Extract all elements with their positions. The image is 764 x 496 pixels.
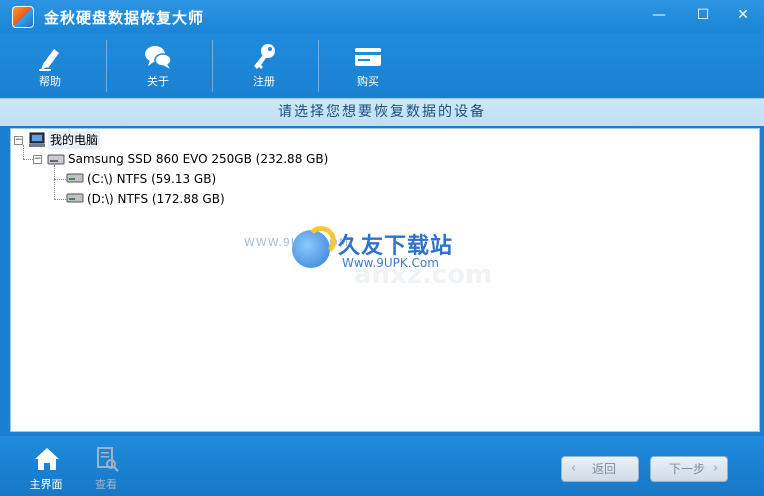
watermark: anxz.com WWW.9UPK.COM 久友下载站 Www.9UPK.Com bbox=[244, 222, 510, 292]
maximize-button[interactable]: ☐ bbox=[682, 0, 724, 30]
about-label: 关于 bbox=[147, 75, 169, 88]
home-button[interactable]: 主界面 bbox=[18, 444, 74, 492]
help-button[interactable]: 帮助 bbox=[0, 34, 100, 98]
register-label: 注册 bbox=[253, 75, 275, 88]
pen-icon bbox=[39, 49, 59, 71]
tree-item-my-computer[interactable]: 我的电脑 bbox=[48, 131, 101, 149]
next-label: 下一步 bbox=[669, 462, 706, 476]
card-icon bbox=[355, 48, 381, 66]
chevron-left-icon: ‹ bbox=[571, 461, 577, 476]
tree-connector bbox=[54, 199, 66, 200]
next-button[interactable]: 下一步 › bbox=[650, 456, 728, 482]
app-title: 金秋硬盘数据恢复大师 bbox=[44, 9, 205, 27]
tree-item-partition-d[interactable]: (D:\) NTFS (172.88 GB) bbox=[87, 190, 225, 208]
tree-connector bbox=[54, 179, 66, 180]
title-bar: 金秋硬盘数据恢复大师 — ☐ ✕ bbox=[0, 0, 764, 34]
tree-item-partition-c[interactable]: (C:\) NTFS (59.13 GB) bbox=[87, 170, 216, 188]
buy-label: 购买 bbox=[357, 75, 379, 88]
back-button[interactable]: ‹ 返回 bbox=[561, 456, 639, 482]
app-logo-icon bbox=[12, 6, 34, 28]
home-label: 主界面 bbox=[29, 478, 63, 491]
hard-disk-icon bbox=[47, 154, 65, 165]
tree-expander-disk[interactable]: − bbox=[33, 155, 42, 164]
about-button[interactable]: 关于 bbox=[108, 34, 208, 98]
help-label: 帮助 bbox=[39, 75, 61, 88]
buy-button[interactable]: 购买 bbox=[318, 34, 418, 98]
back-label: 返回 bbox=[592, 462, 617, 476]
register-button[interactable]: 注册 bbox=[214, 34, 314, 98]
tree-expander-root[interactable]: − bbox=[14, 136, 23, 145]
close-button[interactable]: ✕ bbox=[722, 0, 764, 30]
home-icon bbox=[35, 448, 59, 470]
drive-icon bbox=[66, 173, 84, 183]
minimize-button[interactable]: — bbox=[638, 0, 680, 30]
view-label: 查看 bbox=[95, 478, 117, 491]
chevron-right-icon: › bbox=[713, 461, 719, 476]
key-icon bbox=[254, 44, 275, 69]
footer-bar: 主界面 查看 ‹ 返回 下一步 › bbox=[0, 436, 764, 496]
toolbar-divider bbox=[106, 40, 107, 92]
computer-icon bbox=[29, 132, 45, 147]
toolbar-divider bbox=[212, 40, 213, 92]
tree-item-disk[interactable]: Samsung SSD 860 EVO 250GB (232.88 GB) bbox=[68, 150, 328, 168]
view-button[interactable]: 查看 bbox=[78, 444, 134, 492]
page-heading: 请选择您想要恢复数据的设备 bbox=[0, 98, 764, 126]
watermark-moon-icon bbox=[306, 226, 336, 256]
watermark-url: Www.9UPK.Com bbox=[342, 256, 439, 270]
tree-connector bbox=[23, 145, 24, 159]
chat-bubbles-icon bbox=[145, 46, 172, 69]
view-document-icon bbox=[97, 447, 119, 472]
tree-connector bbox=[54, 165, 55, 199]
drive-icon bbox=[66, 193, 84, 203]
toolbar: 帮助 关于 注册 购买 bbox=[0, 34, 764, 98]
